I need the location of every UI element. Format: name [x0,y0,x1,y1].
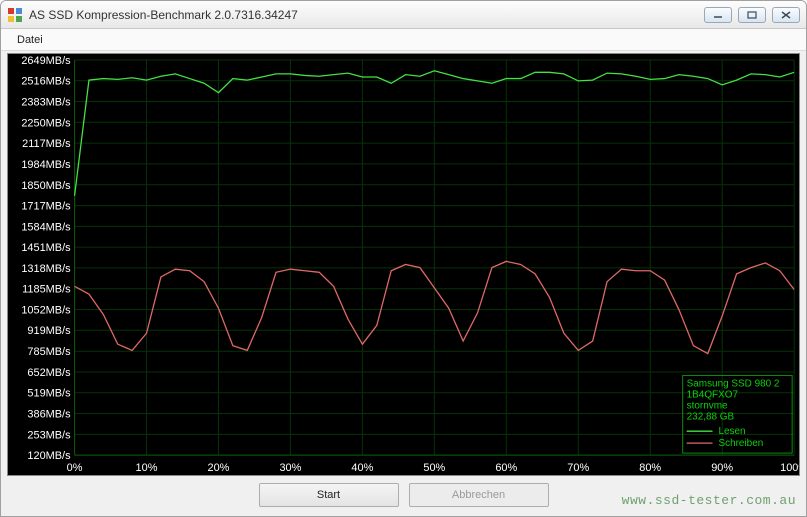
svg-text:2117MB/s: 2117MB/s [22,138,71,150]
window-buttons [704,7,800,23]
titlebar: AS SSD Kompression-Benchmark 2.0.7316.34… [1,1,806,29]
svg-text:1451MB/s: 1451MB/s [21,242,71,254]
window-title: AS SSD Kompression-Benchmark 2.0.7316.34… [29,8,704,22]
watermark: www.ssd-tester.com.au [622,493,796,508]
svg-text:80%: 80% [639,462,661,474]
svg-text:20%: 20% [208,462,230,474]
cancel-button: Abbrechen [409,483,549,507]
chart-area: 2649MB/s 2516MB/s 2383MB/s 2250MB/s 2117MB/s… [7,53,800,476]
start-button[interactable]: Start [259,483,399,507]
svg-text:1850MB/s: 1850MB/s [21,180,71,192]
svg-text:90%: 90% [711,462,733,474]
svg-text:120MB/s: 120MB/s [27,450,71,462]
svg-text:1717MB/s: 1717MB/s [21,201,71,213]
svg-text:0%: 0% [67,462,83,474]
svg-text:30%: 30% [279,462,301,474]
svg-text:253MB/s: 253MB/s [27,429,71,441]
minimize-button[interactable] [704,7,732,23]
svg-text:2250MB/s: 2250MB/s [21,117,71,129]
svg-text:1052MB/s: 1052MB/s [21,304,71,316]
close-button[interactable] [772,7,800,23]
svg-text:50%: 50% [423,462,445,474]
app-window: AS SSD Kompression-Benchmark 2.0.7316.34… [0,0,807,517]
app-icon [7,7,23,23]
svg-text:232,88 GB: 232,88 GB [687,411,735,422]
svg-text:Schreiben: Schreiben [719,438,764,449]
svg-text:Samsung SSD 980 2: Samsung SSD 980 2 [687,378,780,389]
svg-text:60%: 60% [495,462,517,474]
svg-text:2383MB/s: 2383MB/s [21,97,71,109]
svg-text:519MB/s: 519MB/s [27,388,71,400]
svg-text:stornvme: stornvme [687,400,728,411]
svg-text:40%: 40% [351,462,373,474]
svg-text:919MB/s: 919MB/s [27,325,71,337]
svg-text:2516MB/s: 2516MB/s [21,76,71,88]
svg-text:2649MB/s: 2649MB/s [21,55,71,67]
maximize-button[interactable] [738,7,766,23]
svg-text:1984MB/s: 1984MB/s [21,159,71,171]
svg-text:Lesen: Lesen [719,426,746,437]
svg-text:10%: 10% [136,462,158,474]
svg-text:100%: 100% [780,462,799,474]
svg-text:1318MB/s: 1318MB/s [21,263,71,275]
compression-chart: 2649MB/s 2516MB/s 2383MB/s 2250MB/s 2117MB/s… [8,54,799,475]
svg-text:70%: 70% [567,462,589,474]
svg-text:652MB/s: 652MB/s [27,367,71,379]
menubar: Datei [1,29,806,51]
svg-text:1584MB/s: 1584MB/s [21,221,71,233]
svg-text:785MB/s: 785MB/s [27,346,71,358]
svg-text:1185MB/s: 1185MB/s [22,284,71,296]
menu-datei[interactable]: Datei [9,29,51,50]
svg-text:1B4QFXO7: 1B4QFXO7 [687,389,739,400]
svg-text:386MB/s: 386MB/s [27,409,71,421]
